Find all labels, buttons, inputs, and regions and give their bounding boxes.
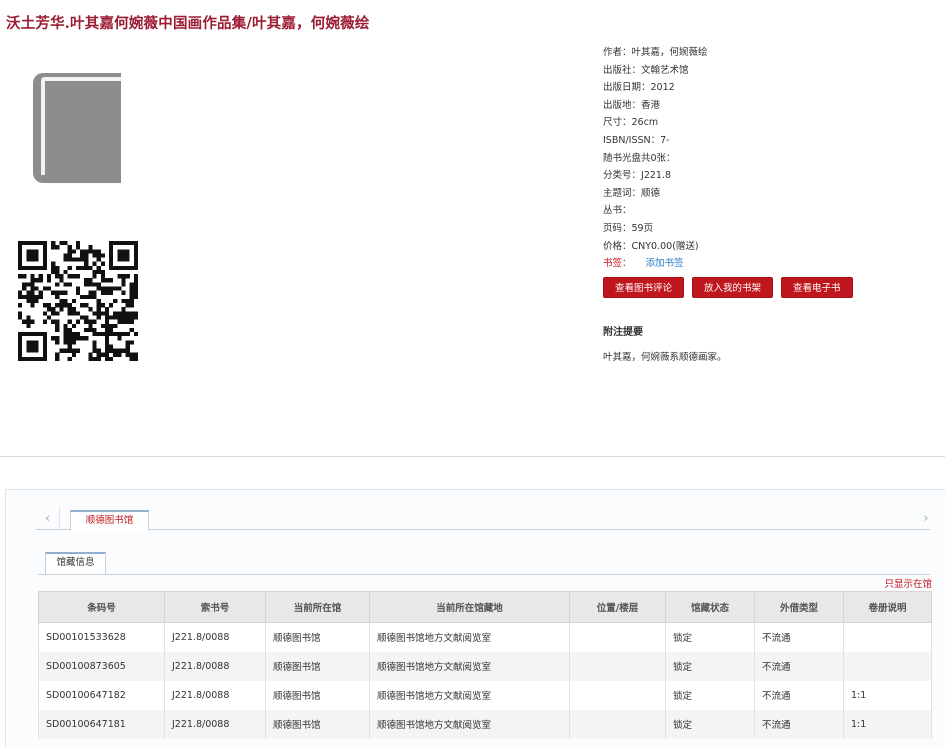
- table-row[interactable]: SD00100873605 J221.8/0088 顺德图书馆 顺德图书馆地方文献阅…: [38, 651, 932, 681]
- col-location[interactable]: 当前所在馆藏地: [369, 591, 570, 623]
- col-library[interactable]: 当前所在馆: [265, 591, 370, 623]
- notes-text: 叶其嘉，何婉薇系顺德画家。: [603, 352, 727, 363]
- meta-publisher: 出版社：文翰艺术馆: [603, 64, 689, 76]
- col-status[interactable]: 馆藏状态: [665, 591, 755, 623]
- table-header-row: 条码号 索书号 当前所在馆 当前所在馆藏地 位置/楼层 馆藏状态 外借类型 卷册…: [38, 591, 932, 623]
- meta-series: 丛书：: [603, 205, 632, 217]
- meta-bookmark: 书签： 添加书签: [603, 255, 708, 273]
- action-buttons: 查看图书评论 放入我的书架 查看电子书: [603, 277, 853, 298]
- meta-pubdate: 出版日期：2012: [603, 82, 675, 94]
- tab-scroll-right-icon[interactable]: ›: [914, 507, 938, 529]
- view-reviews-button[interactable]: 查看图书评论: [603, 277, 685, 298]
- meta-cd: 随书光盘共0张：: [603, 152, 676, 164]
- bookmark-label: 书签：: [603, 258, 632, 270]
- meta-subject: 主题词：顺德: [603, 187, 661, 199]
- col-volume[interactable]: 卷册说明: [843, 591, 932, 623]
- tab-holdings-info[interactable]: 馆藏信息: [45, 552, 106, 574]
- meta-author: 作者：叶其嘉，何婉薇绘: [603, 47, 708, 58]
- meta-isbn: ISBN/ISSN：7-: [603, 134, 670, 146]
- show-available-only-link[interactable]: 只显示在馆: [884, 576, 932, 590]
- book-metadata: 作者：叶其嘉，何婉薇绘 出版社：文翰艺术馆 出版日期：2012 出版地：香港 尺…: [603, 44, 708, 273]
- qr-code: [18, 241, 138, 361]
- meta-price: 价格：CNY0.00(赠送): [603, 240, 699, 252]
- col-shelf[interactable]: 位置/楼层: [569, 591, 666, 623]
- table-row[interactable]: SD00100647182 J221.8/0088 顺德图书馆 顺德图书馆地方文献阅…: [38, 680, 932, 710]
- library-tabbar: ‹ 顺德图书馆 ›: [36, 507, 930, 531]
- add-to-shelf-button[interactable]: 放入我的书架: [692, 277, 774, 298]
- notes-heading: 附注提要: [603, 327, 643, 338]
- view-ebook-button[interactable]: 查看电子书: [781, 277, 853, 298]
- holdings-table: 条码号 索书号 当前所在馆 当前所在馆藏地 位置/楼层 馆藏状态 外借类型 卷册…: [38, 591, 932, 739]
- book-title: 沃土芳华.叶其嘉何婉薇中国画作品集/叶其嘉，何婉薇绘: [6, 15, 370, 32]
- col-barcode[interactable]: 条码号: [38, 591, 165, 623]
- section-divider: [0, 456, 945, 457]
- tab-scroll-left-icon[interactable]: ‹: [36, 507, 60, 529]
- meta-classno: 分类号：J221.8: [603, 170, 672, 182]
- tab-shunde-library[interactable]: 顺德图书馆: [70, 510, 149, 531]
- book-cover-icon: [33, 73, 121, 183]
- meta-pages: 页码：59页: [603, 222, 654, 234]
- subtab-underline: [38, 574, 930, 575]
- add-bookmark-link[interactable]: 添加书签: [646, 258, 684, 269]
- meta-size: 尺寸：26cm: [603, 117, 659, 129]
- table-row[interactable]: SD00100647181 J221.8/0088 顺德图书馆 顺德图书馆地方文献阅…: [38, 709, 932, 739]
- col-callno[interactable]: 索书号: [164, 591, 266, 623]
- col-loan-type[interactable]: 外借类型: [754, 591, 844, 623]
- table-row[interactable]: SD00101533628 J221.8/0088 顺德图书馆 顺德图书馆地方文献阅…: [38, 622, 932, 652]
- meta-pubplace: 出版地：香港: [603, 99, 661, 111]
